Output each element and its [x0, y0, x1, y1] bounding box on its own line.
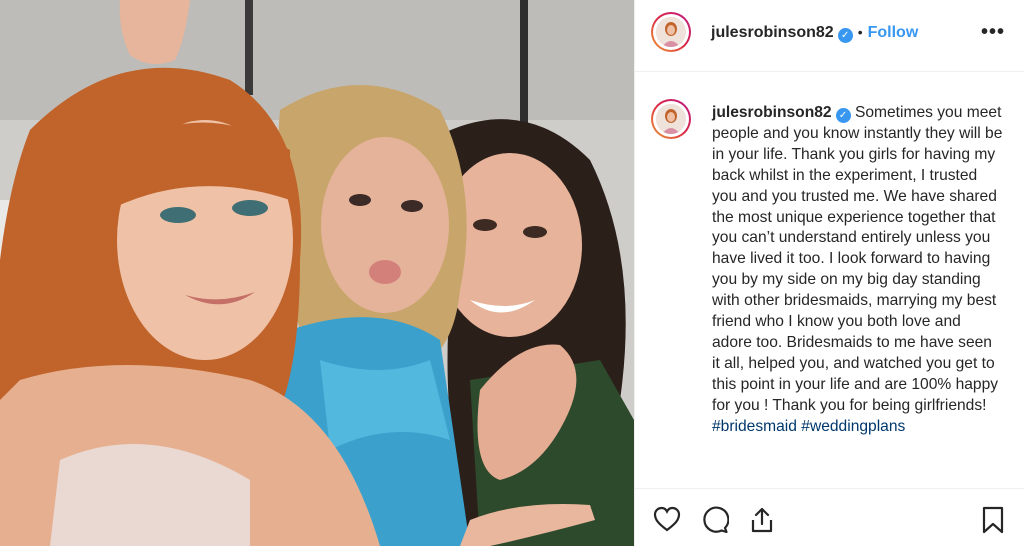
- follow-button[interactable]: Follow: [868, 24, 919, 41]
- caption-verified-badge-icon: ✓: [835, 108, 851, 123]
- avatar-image: [656, 17, 686, 47]
- comment-icon[interactable]: [701, 506, 730, 539]
- caption-avatar[interactable]: [651, 99, 691, 139]
- action-bar: [635, 488, 1024, 546]
- caption-hashtags[interactable]: #bridesmaid #weddingplans: [712, 418, 905, 435]
- heart-icon[interactable]: [653, 506, 681, 537]
- caption: julesrobinson82 ✓ Sometimes you meet peop…: [712, 103, 1004, 438]
- caption-username[interactable]: julesrobinson82: [712, 104, 832, 121]
- photo-illustration: [0, 0, 634, 546]
- post-photo[interactable]: [0, 0, 634, 546]
- more-options-icon[interactable]: •••: [981, 21, 1005, 44]
- caption-scroll-area[interactable]: julesrobinson82 ✓ Sometimes you meet peop…: [635, 73, 1024, 487]
- caption-text: Sometimes you meet people and you know i…: [712, 104, 1003, 414]
- separator-dot: •: [857, 24, 863, 40]
- caption-avatar-image: [656, 104, 686, 134]
- share-icon[interactable]: [749, 506, 775, 539]
- header-username[interactable]: julesrobinson82: [711, 24, 834, 41]
- post-details-panel: julesrobinson82 ✓ • Follow ••• julesrobinso…: [634, 0, 1024, 546]
- avatar[interactable]: [651, 12, 691, 52]
- post-header: julesrobinson82 ✓ • Follow •••: [635, 0, 1024, 72]
- verified-badge-icon: ✓: [837, 28, 853, 43]
- bookmark-icon[interactable]: [981, 506, 1005, 539]
